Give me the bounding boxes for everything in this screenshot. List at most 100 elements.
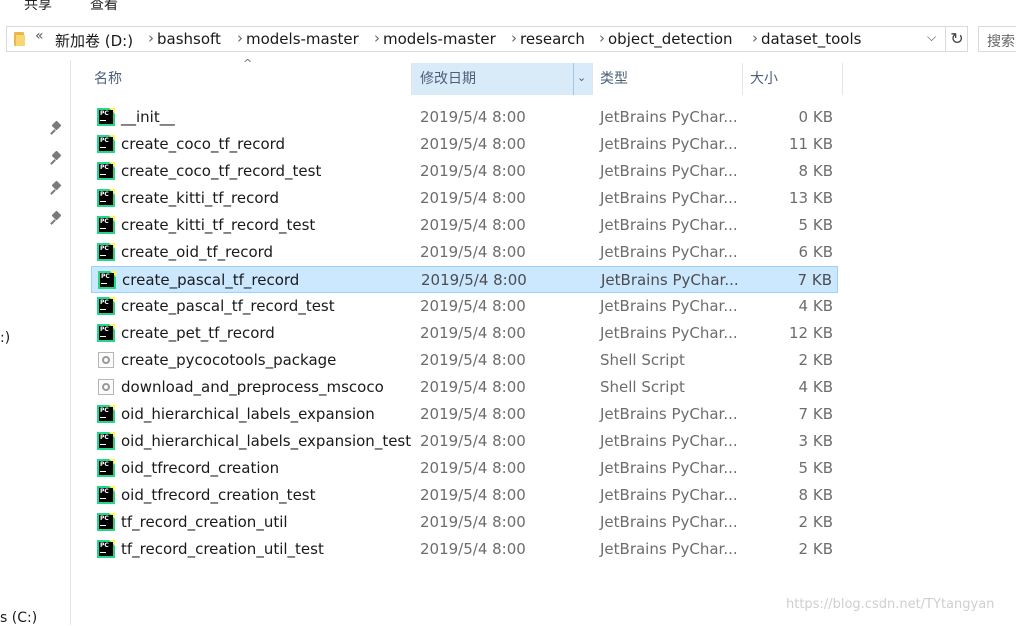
file-type: JetBrains PyChar...: [600, 540, 738, 558]
chevron-right-icon[interactable]: ›: [237, 29, 243, 47]
file-date: 2019/5/4 8:00: [420, 486, 526, 504]
file-date: 2019/5/4 8:00: [420, 216, 526, 234]
column-header-size[interactable]: 大小: [750, 63, 778, 95]
file-date: 2019/5/4 8:00: [420, 324, 526, 342]
file-row[interactable]: PC tf_record_creation_util 2019/5/4 8:00 Je…: [91, 509, 838, 536]
file-size: 7 KB: [797, 271, 832, 289]
file-name: create_coco_tf_record: [121, 135, 286, 153]
file-row[interactable]: create_pycocotools_package 2019/5/4 8:00 S…: [91, 347, 838, 374]
file-size: 2 KB: [798, 540, 833, 558]
file-row[interactable]: PC create_pet_tf_record 2019/5/4 8:00 JetBr…: [91, 320, 838, 347]
file-row[interactable]: PC create_kitti_tf_record_test 2019/5/4 8:…: [91, 212, 838, 239]
file-row[interactable]: PC create_coco_tf_record_test 2019/5/4 8:0…: [91, 158, 838, 185]
chevron-down-icon[interactable]: ⌵: [927, 30, 936, 45]
column-divider[interactable]: [573, 63, 574, 95]
nav-item-drive-d[interactable]: :): [0, 330, 10, 346]
column-divider[interactable]: [842, 63, 843, 95]
search-input[interactable]: 搜索: [978, 26, 1016, 52]
file-name: create_pascal_tf_record_test: [121, 297, 335, 315]
file-size: 12 KB: [789, 324, 833, 342]
file-name: oid_tfrecord_creation_test: [121, 486, 316, 504]
pin-icon[interactable]: [50, 150, 64, 165]
file-name: __init__: [121, 108, 175, 126]
file-date: 2019/5/4 8:00: [420, 135, 526, 153]
file-row[interactable]: PC create_pascal_tf_record 2019/5/4 8:00 Je…: [91, 266, 838, 293]
file-name: create_pycocotools_package: [121, 351, 337, 369]
file-row[interactable]: PC create_pascal_tf_record_test 2019/5/4 8…: [91, 293, 838, 320]
column-header-name[interactable]: 名称: [94, 63, 122, 95]
file-row[interactable]: PC create_kitti_tf_record 2019/5/4 8:00 Jet…: [91, 185, 838, 212]
pycharm-file-icon: PC: [97, 243, 115, 261]
file-date: 2019/5/4 8:00: [420, 513, 526, 531]
ribbon-tab-share[interactable]: 共享: [24, 0, 52, 14]
breadcrumb-item[interactable]: models-master: [383, 30, 496, 48]
nav-item-drive-c[interactable]: s (C:): [0, 610, 37, 626]
file-size: 2 KB: [798, 351, 833, 369]
folder-icon: [14, 32, 25, 46]
file-size: 2 KB: [798, 513, 833, 531]
file-row[interactable]: PC tf_record_creation_util_test 2019/5/4 8…: [91, 536, 838, 563]
file-size: 4 KB: [798, 297, 833, 315]
column-divider[interactable]: [742, 63, 743, 95]
file-type: JetBrains PyChar...: [600, 459, 738, 477]
file-date: 2019/5/4 8:00: [420, 378, 526, 396]
chevron-right-icon[interactable]: ›: [599, 29, 605, 47]
file-size: 0 KB: [798, 108, 833, 126]
file-type: Shell Script: [600, 378, 685, 396]
file-date: 2019/5/4 8:00: [420, 351, 526, 369]
file-name: create_kitti_tf_record: [121, 189, 279, 207]
file-type: JetBrains PyChar...: [600, 216, 738, 234]
pin-icon[interactable]: [50, 210, 64, 225]
pycharm-file-icon: PC: [97, 432, 115, 450]
file-size: 6 KB: [798, 243, 833, 261]
file-type: JetBrains PyChar...: [600, 324, 738, 342]
breadcrumb-item[interactable]: 新加卷 (D:): [55, 30, 133, 51]
file-size: 8 KB: [798, 162, 833, 180]
file-size: 5 KB: [798, 459, 833, 477]
breadcrumb-item[interactable]: object_detection: [608, 30, 733, 48]
pin-icon[interactable]: [50, 180, 64, 195]
file-date: 2019/5/4 8:00: [420, 297, 526, 315]
file-row[interactable]: PC oid_hierarchical_labels_expansion 2019/…: [91, 401, 838, 428]
chevron-right-icon[interactable]: ›: [148, 29, 154, 47]
column-divider[interactable]: [592, 63, 593, 95]
ribbon-tab-view[interactable]: 查看: [90, 0, 118, 14]
chevron-right-icon[interactable]: ›: [511, 29, 517, 47]
file-date: 2019/5/4 8:00: [420, 108, 526, 126]
file-name: create_pet_tf_record: [121, 324, 275, 342]
shell-script-icon: [98, 352, 114, 368]
file-row[interactable]: PC __init__ 2019/5/4 8:00 JetBrains PyChar.…: [91, 104, 838, 131]
file-size: 11 KB: [789, 135, 833, 153]
file-name: create_coco_tf_record_test: [121, 162, 322, 180]
file-row[interactable]: PC oid_tfrecord_creation 2019/5/4 8:00 JetB…: [91, 455, 838, 482]
chevron-down-icon[interactable]: ⌄: [577, 71, 586, 84]
column-header-type[interactable]: 类型: [600, 63, 628, 95]
file-list: PC __init__ 2019/5/4 8:00 JetBrains PyChar.…: [91, 104, 838, 563]
chevron-right-icon[interactable]: ›: [374, 29, 380, 47]
column-header-date[interactable]: 修改日期: [412, 63, 592, 95]
file-type: JetBrains PyChar...: [600, 405, 738, 423]
file-size: 3 KB: [798, 432, 833, 450]
file-type: JetBrains PyChar...: [600, 513, 738, 531]
file-row[interactable]: PC oid_hierarchical_labels_expansion_test…: [91, 428, 838, 455]
address-bar[interactable]: « ⌵ ↻ 新加卷 (D:) › bashsoft › models-master › mo…: [6, 26, 968, 52]
breadcrumb-item[interactable]: research: [520, 30, 585, 48]
breadcrumb-item[interactable]: models-master: [246, 30, 359, 48]
file-name: oid_hierarchical_labels_expansion_test: [121, 432, 412, 450]
file-type: JetBrains PyChar...: [600, 162, 738, 180]
file-row[interactable]: PC create_oid_tf_record 2019/5/4 8:00 JetBr…: [91, 239, 838, 266]
ribbon: 共享 查看: [0, 0, 1016, 16]
pin-icon[interactable]: [50, 120, 64, 135]
file-row[interactable]: PC create_coco_tf_record 2019/5/4 8:00 JetB…: [91, 131, 838, 158]
pycharm-file-icon: PC: [97, 486, 115, 504]
refresh-icon[interactable]: ↻: [945, 27, 968, 51]
breadcrumb-item[interactable]: dataset_tools: [761, 30, 861, 48]
chevron-right-icon[interactable]: ›: [752, 29, 758, 47]
file-row[interactable]: PC oid_tfrecord_creation_test 2019/5/4 8:0…: [91, 482, 838, 509]
breadcrumb-overflow-button[interactable]: «: [35, 28, 44, 44]
breadcrumb-item[interactable]: bashsoft: [157, 30, 221, 48]
file-date: 2019/5/4 8:00: [420, 243, 526, 261]
file-row[interactable]: download_and_preprocess_mscoco 2019/5/4 8…: [91, 374, 838, 401]
file-name: create_pascal_tf_record: [122, 271, 300, 289]
file-name: create_kitti_tf_record_test: [121, 216, 316, 234]
